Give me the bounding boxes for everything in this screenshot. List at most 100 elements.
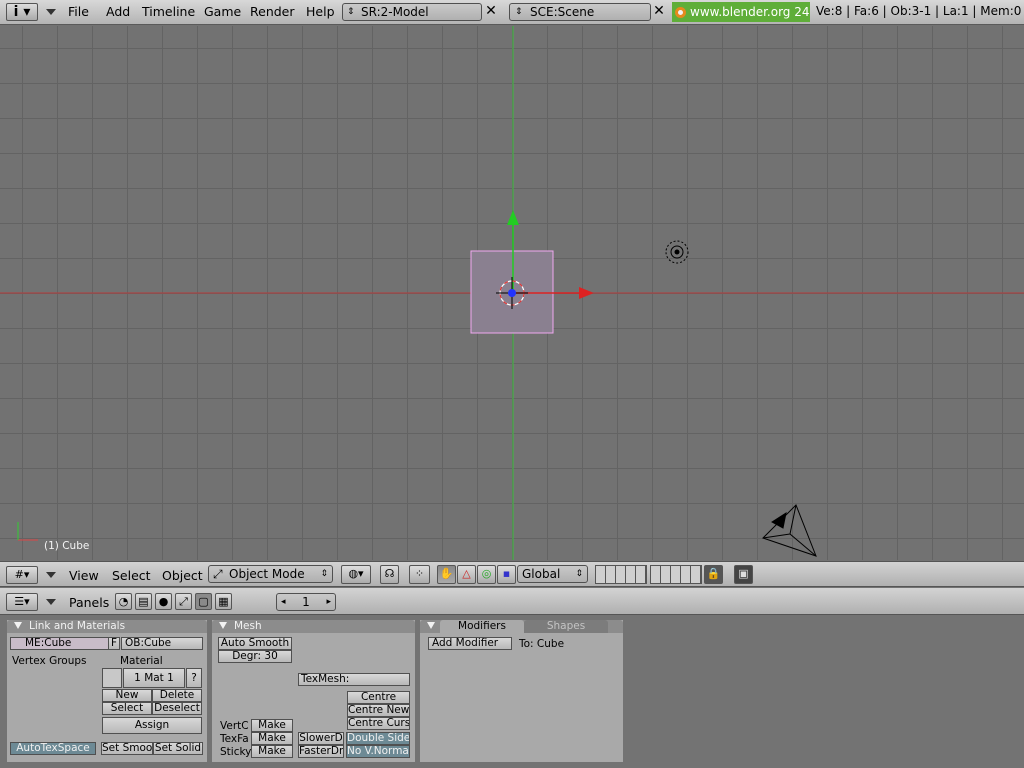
draw-type-icon[interactable]: ◍▾ bbox=[341, 565, 371, 584]
menu-select[interactable]: Select bbox=[112, 568, 151, 583]
panel-title[interactable]: Link and Materials bbox=[7, 620, 207, 633]
fake-user-button[interactable]: F bbox=[108, 637, 120, 650]
slower-draw-button[interactable]: SlowerD bbox=[298, 732, 344, 745]
object-context-icon[interactable]: ⤢ bbox=[175, 593, 192, 610]
add-modifier-button[interactable]: Add Modifier bbox=[428, 637, 512, 650]
shading-context-icon[interactable]: ● bbox=[155, 593, 172, 610]
mode-selector[interactable]: ⤢ Object Mode ⇕ bbox=[208, 565, 333, 583]
material-color-swatch[interactable] bbox=[102, 668, 122, 688]
object-datablock-field[interactable]: OB:Cube bbox=[121, 637, 203, 650]
blender-site-link[interactable]: www.blender.org 242 bbox=[672, 2, 810, 22]
collapse-triangle-icon[interactable] bbox=[427, 622, 435, 629]
updown-icon: ⇕ bbox=[515, 7, 523, 17]
material-help-button[interactable]: ? bbox=[186, 668, 202, 688]
pivot-icon[interactable]: ☊ bbox=[380, 565, 399, 584]
set-solid-button[interactable]: Set Solid bbox=[153, 742, 203, 755]
auto-smooth-toggle[interactable]: Auto Smooth bbox=[218, 637, 292, 650]
menu-game[interactable]: Game bbox=[204, 4, 241, 19]
delete-material-button[interactable]: Delete bbox=[152, 689, 202, 702]
centre-new-button[interactable]: Centre New bbox=[347, 704, 410, 717]
modifier-target-label: To: Cube bbox=[519, 638, 565, 650]
collapse-triangle-icon[interactable] bbox=[46, 599, 56, 605]
render-preview-icon[interactable]: ▣ bbox=[734, 565, 753, 584]
manipulator-y-arrow bbox=[507, 210, 519, 225]
link-and-materials-panel: Link and Materials ME:Cube F OB:Cube Ver… bbox=[7, 620, 207, 762]
tab-shapes[interactable]: Shapes bbox=[524, 620, 608, 633]
blender-logo-icon bbox=[675, 7, 686, 18]
layer-buttons-group-1[interactable] bbox=[595, 565, 647, 584]
centre-cursor-button[interactable]: Centre Curs bbox=[347, 717, 410, 730]
no-vnormal-flip-toggle[interactable]: No V.Normal bbox=[346, 745, 410, 758]
buttons-window: ☰▾ Panels ◔ ▤ ● ⤢ ▢ ▦ ◂ 1 ▸ Link and Mat… bbox=[0, 588, 1024, 768]
updown-icon: ⇕ bbox=[347, 7, 355, 17]
camera-object bbox=[762, 504, 817, 557]
new-material-button[interactable]: New bbox=[102, 689, 152, 702]
panel-title[interactable]: Mesh bbox=[212, 620, 415, 633]
collapse-menu-triangle-icon[interactable] bbox=[46, 9, 56, 15]
buttons-editor-type-icon[interactable]: ☰▾ bbox=[6, 593, 38, 611]
buttons-header: ☰▾ Panels ◔ ▤ ● ⤢ ▢ ▦ ◂ 1 ▸ bbox=[0, 588, 1024, 615]
vertex-groups-label: Vertex Groups bbox=[12, 655, 87, 667]
material-label: Material bbox=[120, 655, 163, 667]
faster-draw-button[interactable]: FasterDr bbox=[298, 745, 344, 758]
vertex-color-make-button[interactable]: Make bbox=[251, 719, 293, 732]
3d-viewport[interactable]: (1) Cube bbox=[0, 26, 1024, 560]
menu-file[interactable]: File bbox=[68, 4, 89, 19]
sticky-label: Sticky bbox=[220, 746, 252, 758]
collapse-triangle-icon[interactable] bbox=[14, 622, 22, 629]
manipulator-x-arrow bbox=[579, 287, 594, 299]
menu-timeline[interactable]: Timeline bbox=[142, 4, 195, 19]
deselect-material-button[interactable]: Deselect bbox=[152, 702, 202, 715]
texface-label: TexFa bbox=[220, 733, 249, 745]
rotate-ring-icon[interactable]: ◎ bbox=[477, 565, 496, 584]
panels-label: Panels bbox=[69, 595, 110, 610]
mesh-datablock-field[interactable]: ME:Cube bbox=[10, 637, 118, 650]
scene-stats: Ve:8 | Fa:6 | Ob:3-1 | La:1 | Mem:0 bbox=[816, 4, 1022, 18]
logic-context-icon[interactable]: ◔ bbox=[115, 593, 132, 610]
set-smooth-button[interactable]: Set Smoo bbox=[101, 742, 153, 755]
delete-scene-close-icon[interactable]: ✕ bbox=[650, 3, 668, 21]
grid-editor-type-icon[interactable]: #▾ bbox=[6, 566, 38, 584]
frame-number-field[interactable]: ◂ 1 ▸ bbox=[276, 593, 336, 611]
script-context-icon[interactable]: ▤ bbox=[135, 593, 152, 610]
updown-icon: ⇕ bbox=[320, 569, 328, 579]
scene-selector[interactable]: ⇕ SCE:Scene bbox=[509, 3, 651, 21]
menu-add[interactable]: Add bbox=[106, 4, 130, 19]
orientation-selector[interactable]: Global ⇕ bbox=[517, 565, 588, 583]
editing-context-icon[interactable]: ▢ bbox=[195, 593, 212, 610]
sticky-make-button[interactable]: Make bbox=[251, 745, 293, 758]
texface-make-button[interactable]: Make bbox=[251, 732, 293, 745]
manipulator-hand-icon[interactable]: ✋ bbox=[437, 565, 456, 584]
menu-render[interactable]: Render bbox=[250, 4, 295, 19]
scene-context-icon[interactable]: ▦ bbox=[215, 593, 232, 610]
arrow-left-icon: ◂ bbox=[281, 597, 286, 607]
collapse-triangle-icon[interactable] bbox=[46, 572, 56, 578]
tab-modifiers[interactable]: Modifiers bbox=[440, 620, 524, 633]
select-material-button[interactable]: Select bbox=[102, 702, 152, 715]
double-sided-toggle[interactable]: Double Sided bbox=[346, 732, 410, 745]
vertex-color-label: VertC bbox=[220, 720, 249, 732]
menu-object[interactable]: Object bbox=[162, 568, 203, 583]
lamp-dot bbox=[674, 249, 680, 255]
centre-button[interactable]: Centre bbox=[347, 691, 410, 704]
translate-triangle-icon[interactable]: △ bbox=[457, 565, 476, 584]
assign-material-button[interactable]: Assign bbox=[102, 717, 202, 734]
layer-buttons-group-2[interactable] bbox=[650, 565, 702, 584]
menu-help[interactable]: Help bbox=[306, 4, 335, 19]
layer-pivot-icon[interactable]: ⁘ bbox=[409, 565, 430, 584]
texmesh-field[interactable]: TexMesh: bbox=[298, 673, 410, 686]
scene-name: SCE:Scene bbox=[530, 5, 595, 19]
screen-selector[interactable]: ⇕ SR:2-Model bbox=[342, 3, 482, 21]
scale-square-icon[interactable]: ▪ bbox=[497, 565, 516, 584]
auto-tex-space-toggle[interactable]: AutoTexSpace bbox=[10, 742, 96, 755]
material-slot-field[interactable]: 1 Mat 1 bbox=[123, 668, 185, 688]
orientation-value: Global bbox=[522, 567, 561, 581]
site-link-text: www.blender.org 242 bbox=[690, 5, 810, 19]
collapse-triangle-icon[interactable] bbox=[219, 622, 227, 629]
delete-screen-close-icon[interactable]: ✕ bbox=[482, 3, 500, 21]
lock-icon[interactable]: 🔒 bbox=[704, 565, 723, 584]
info-editor-type-button[interactable]: i ▾ bbox=[6, 3, 38, 21]
mesh-panel: Mesh Auto Smooth Degr: 30 TexMesh: Centr… bbox=[212, 620, 415, 762]
degree-field[interactable]: Degr: 30 bbox=[218, 650, 292, 663]
menu-view[interactable]: View bbox=[69, 568, 99, 583]
